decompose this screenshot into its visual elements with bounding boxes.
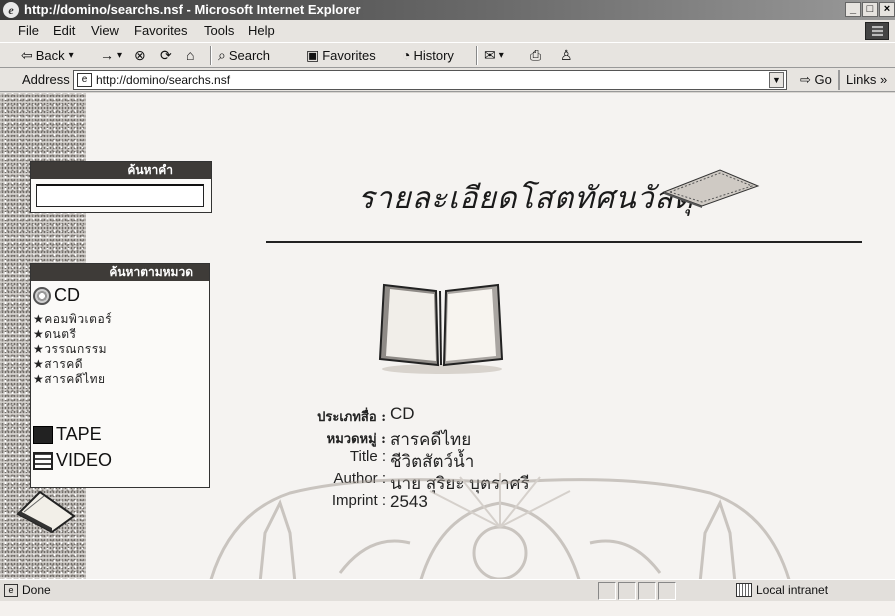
- keyboard-icon: [662, 169, 760, 208]
- menu-bar: File Edit View Favorites Tools Help: [0, 20, 895, 42]
- print-icon: ⎙: [530, 47, 542, 63]
- status-pane: [638, 582, 656, 600]
- go-label: Go: [814, 72, 832, 87]
- detail-value: CD: [390, 404, 415, 423]
- favorites-button[interactable]: ▣ Favorites: [306, 47, 376, 64]
- closed-book-icon: [16, 490, 76, 534]
- back-button[interactable]: ⇦ Back ▾: [21, 47, 74, 64]
- forward-dropdown-icon: ▾: [117, 49, 123, 61]
- page-content: ค้นหาคำ ค้นหาตามหมวด CD ★คอมพิวเตอร์ ★ดน…: [0, 93, 895, 579]
- home-icon: ⌂: [186, 47, 195, 63]
- status-pane: [598, 582, 616, 600]
- menu-view[interactable]: View: [91, 23, 119, 38]
- open-book-icon: [378, 283, 504, 374]
- maximize-button[interactable]: □: [862, 2, 878, 17]
- menu-tools[interactable]: Tools: [204, 23, 234, 38]
- mail-button[interactable]: ✉ ▾: [484, 47, 504, 64]
- toolbar-divider: [476, 46, 478, 65]
- category-cd[interactable]: CD: [33, 285, 80, 306]
- go-button[interactable]: ⇨ Go: [800, 72, 832, 88]
- address-field[interactable]: e http://domino/searchs.nsf ▼: [73, 70, 787, 90]
- address-dropdown-icon[interactable]: ▼: [769, 72, 784, 88]
- menu-edit[interactable]: Edit: [53, 23, 75, 38]
- favorites-label: Favorites: [322, 48, 376, 63]
- home-button[interactable]: ⌂: [186, 47, 197, 63]
- status-pane: [658, 582, 676, 600]
- address-url: http://domino/searchs.nsf: [96, 73, 231, 87]
- browser-window: e http://domino/searchs.nsf - Microsoft …: [0, 0, 895, 616]
- back-arrow-icon: ⇦: [21, 47, 33, 63]
- category-panel: ค้นหาตามหมวด CD ★คอมพิวเตอร์ ★ดนตรี ★วรร…: [30, 263, 210, 488]
- detail-label: Title :: [349, 448, 386, 465]
- intranet-zone-icon: [736, 583, 752, 597]
- tape-icon: [33, 425, 53, 444]
- print-button[interactable]: ⎙: [530, 47, 544, 64]
- status-message: e Done: [4, 583, 51, 597]
- search-button[interactable]: ⌕ Search: [218, 47, 270, 64]
- status-bar: e Done Local intranet: [0, 579, 895, 601]
- page-status-icon: e: [4, 583, 18, 597]
- history-button[interactable]: ◔ History: [402, 47, 454, 63]
- search-input[interactable]: [36, 184, 204, 207]
- menu-help[interactable]: Help: [248, 23, 275, 38]
- stop-icon: ⊗: [134, 47, 146, 63]
- window-title: http://domino/searchs.nsf - Microsoft In…: [24, 2, 361, 17]
- messenger-button[interactable]: ♙: [560, 47, 576, 64]
- search-label: Search: [228, 48, 271, 63]
- window-controls: _ □ ×: [844, 2, 895, 17]
- category-video[interactable]: VIDEO: [33, 450, 112, 471]
- detail-label: หมวดหมู่ :: [326, 432, 386, 447]
- menu-file[interactable]: File: [18, 23, 39, 38]
- history-label: History: [413, 47, 454, 63]
- zone-label: Local intranet: [756, 583, 829, 597]
- mail-icon: ✉: [484, 47, 496, 63]
- category-heading: ค้นหาตามหมวด: [31, 264, 209, 281]
- windows-throbber-icon: [865, 22, 889, 40]
- category-tape-label: TAPE: [56, 424, 102, 444]
- favorites-folder-icon: ▣: [306, 47, 320, 63]
- history-icon: ◔: [402, 47, 411, 63]
- university-seal-watermark: [209, 473, 791, 579]
- refresh-icon: ⟳: [160, 47, 172, 63]
- address-bar: Address e http://domino/searchs.nsf ▼ ⇨ …: [0, 68, 895, 92]
- standard-toolbar: ⇦ Back ▾ → ▾ ⊗ ⟳ ⌂ ⌕ Search ▣ Favorites …: [0, 42, 895, 68]
- category-video-label: VIDEO: [56, 450, 113, 470]
- refresh-button[interactable]: ⟳: [160, 47, 175, 64]
- video-icon: [33, 451, 53, 470]
- category-tape[interactable]: TAPE: [33, 424, 102, 445]
- title-bar[interactable]: e http://domino/searchs.nsf - Microsoft …: [0, 0, 895, 20]
- cd-icon: [33, 286, 51, 305]
- stop-button[interactable]: ⊗: [134, 47, 149, 64]
- page-icon: e: [77, 73, 92, 87]
- back-dropdown-icon: ▾: [68, 50, 74, 61]
- page-bottom-margin: [0, 601, 895, 616]
- search-panel: ค้นหาคำ: [30, 161, 212, 213]
- ie-logo-icon: e: [3, 2, 19, 18]
- minimize-button[interactable]: _: [845, 2, 861, 17]
- search-heading: ค้นหาคำ: [31, 162, 211, 179]
- forward-arrow-icon: →: [100, 47, 114, 63]
- go-arrow-icon: ⇨: [800, 72, 811, 87]
- messenger-icon: ♙: [560, 47, 573, 63]
- header-divider: [266, 241, 862, 243]
- search-icon: ⌕: [218, 47, 226, 63]
- close-button[interactable]: ×: [879, 2, 895, 17]
- detail-label: ประเภทสื่อ :: [317, 410, 386, 425]
- page-header: รายละเอียดโสตทัศนวัสดุ: [358, 181, 695, 216]
- mail-dropdown-icon: ▾: [498, 50, 504, 61]
- status-pane: [618, 582, 636, 600]
- subcategory-thai-documentary[interactable]: ★สารคดีไทย: [33, 370, 106, 389]
- menu-favorites[interactable]: Favorites: [134, 23, 187, 38]
- forward-button[interactable]: → ▾: [100, 47, 122, 63]
- back-label: Back: [35, 48, 65, 63]
- toolbar-divider: [210, 46, 212, 65]
- category-cd-label: CD: [54, 285, 80, 305]
- links-button[interactable]: Links »: [838, 70, 893, 90]
- security-zone[interactable]: Local intranet: [736, 583, 828, 597]
- address-label: Address: [22, 72, 70, 87]
- status-text: Done: [22, 583, 51, 597]
